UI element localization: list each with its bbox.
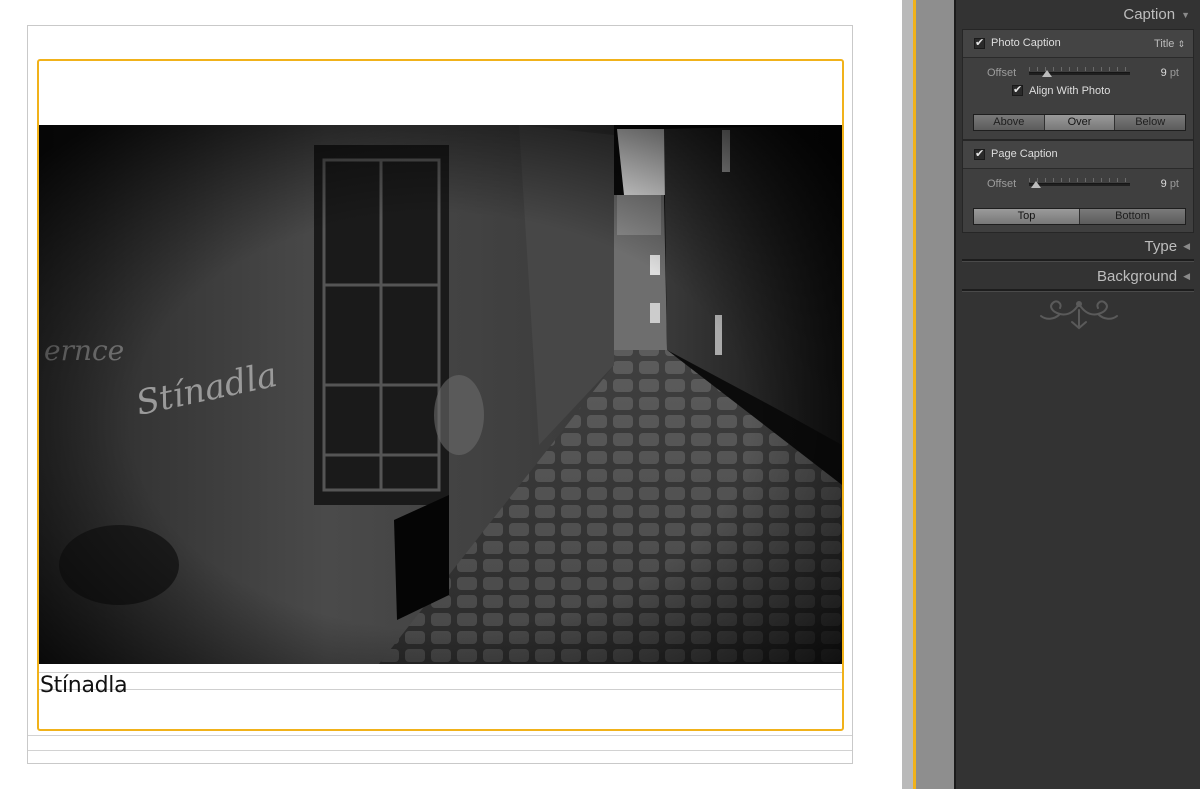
triangle-left-icon[interactable]: ◀ [1183,271,1190,282]
position-bottom-button[interactable]: Bottom [1080,209,1185,224]
flourish-ornament-icon [1040,300,1118,330]
page-caption-checkbox[interactable] [974,147,985,160]
photo-cell[interactable]: Stínadla ernce Stínadla [37,59,844,731]
alley-photo-graphic: Stínadla ernce [39,125,842,664]
photo-caption-offset-thumb[interactable] [1042,70,1052,77]
slider-ticks [1029,178,1130,182]
background-section-title: Background [1097,268,1178,285]
panel-divider [902,0,956,789]
photo-caption-offset-label: Offset [987,67,1017,79]
right-panel: Caption ▼ Photo Caption Title ⇕ Offset 9… [956,0,1200,789]
selection-accent-line [913,0,916,789]
page-caption-position-control: Top Bottom [973,208,1186,225]
section-divider [962,259,1194,262]
page-guide-line [28,735,852,736]
photo-caption-label: Photo Caption [991,37,1061,49]
caption-source-select[interactable]: Title ⇕ [1154,38,1185,50]
photo-caption-offset-value[interactable]: 9 pt [1161,67,1179,79]
page-caption-label: Page Caption [991,148,1058,160]
page-caption-subpanel: Page Caption Offset 9 pt Top Bottom [962,140,1194,233]
caption-guide-line [39,689,842,690]
align-with-photo-checkbox[interactable] [1012,83,1023,96]
position-below-button[interactable]: Below [1115,115,1186,130]
divider-light-strip [902,0,913,789]
caption-guide-line [39,672,842,673]
page-caption-offset-thumb[interactable] [1031,181,1041,188]
position-over-button[interactable]: Over [1044,115,1116,130]
position-above-button[interactable]: Above [974,115,1045,130]
page-caption-offset-slider[interactable] [1029,183,1130,186]
photo-caption-checkbox[interactable] [974,36,985,49]
page-caption-offset-value[interactable]: 9 pt [1161,178,1179,190]
background-section-header[interactable]: Background ◀ [1097,268,1190,285]
photo-image[interactable]: Stínadla ernce [39,125,842,664]
page-caption-offset-label: Offset [987,178,1017,190]
caption-section-header[interactable]: Caption ▼ [1123,6,1190,23]
up-down-arrows-icon: ⇕ [1177,39,1185,49]
triangle-down-icon[interactable]: ▼ [1181,10,1190,20]
position-top-button[interactable]: Top [974,209,1080,224]
photo-caption-subpanel: Photo Caption Title ⇕ Offset 9 pt Align … [962,29,1194,140]
caption-section-title: Caption [1123,6,1176,23]
align-with-photo-label: Align With Photo [1029,85,1111,97]
type-section-title: Type [1144,238,1178,255]
photo-caption-text[interactable]: Stínadla [40,673,128,698]
triangle-left-icon[interactable]: ◀ [1183,241,1190,252]
type-section-header[interactable]: Type ◀ [1145,238,1190,255]
photo-caption-position-control: Above Over Below [973,114,1186,131]
page-guide-line [28,750,852,751]
layout-canvas: Stínadla ernce Stínadla [0,0,902,789]
section-divider [962,289,1194,292]
caption-source-value: Title [1154,38,1175,50]
